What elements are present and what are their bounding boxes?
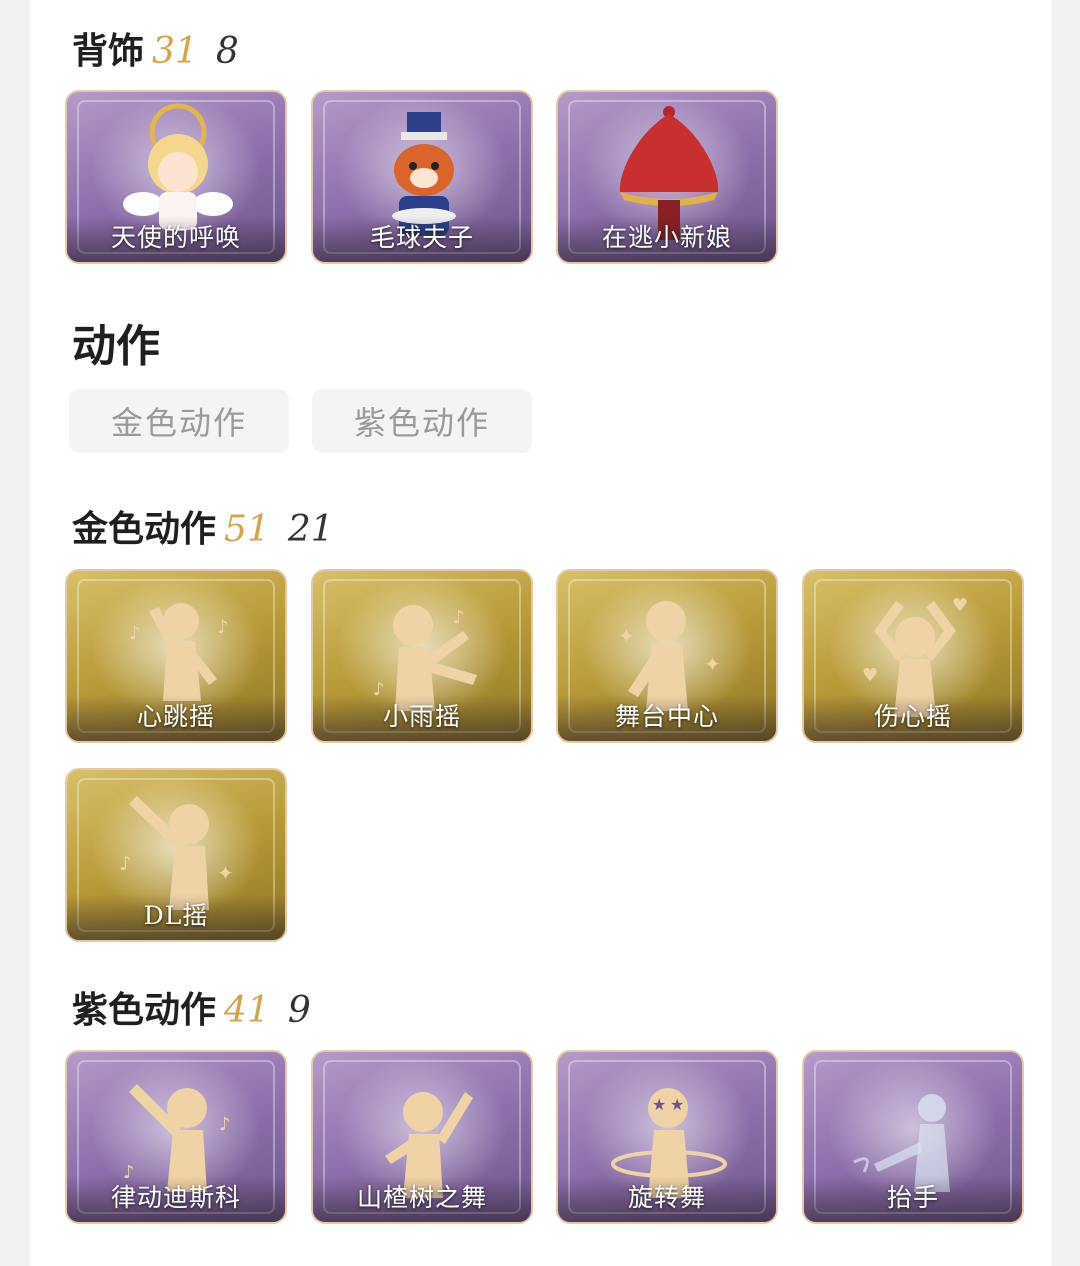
svg-text:★: ★ bbox=[670, 1095, 684, 1114]
svg-text:♪: ♪ bbox=[217, 617, 229, 638]
card-label: 天使的呼唤 bbox=[110, 223, 241, 252]
section-heading-actions: 动作 bbox=[72, 310, 160, 374]
total-count: 21 bbox=[287, 509, 334, 550]
svg-text:✦: ✦ bbox=[618, 624, 635, 648]
gold-action-card[interactable]: ♥ ♥ 伤心摇 bbox=[802, 569, 1024, 743]
gold-action-card[interactable]: ♪ ♪ 小雨摇 bbox=[311, 569, 533, 743]
section-title: 动作 bbox=[72, 321, 160, 372]
card-label: 在逃小新娘 bbox=[601, 223, 732, 252]
svg-text:♪: ♪ bbox=[119, 851, 132, 875]
svg-text:✦: ✦ bbox=[704, 652, 721, 676]
purple-action-card[interactable]: ♪ ♪ 律动迪斯科 bbox=[65, 1050, 287, 1224]
svg-text:★: ★ bbox=[652, 1095, 666, 1114]
section-title: 紫色动作 bbox=[72, 989, 217, 1031]
backpiece-card[interactable]: 毛球夫子 bbox=[311, 90, 533, 264]
purple-action-card[interactable]: 山楂树之舞 bbox=[311, 1050, 533, 1224]
section-heading-backpieces: 背饰 31 8 bbox=[72, 22, 239, 74]
owned-count: 31 bbox=[152, 31, 198, 72]
backpiece-card[interactable]: 在逃小新娘 bbox=[556, 90, 778, 264]
svg-text:♪: ♪ bbox=[219, 1114, 231, 1135]
card-label: DL摇 bbox=[143, 901, 209, 930]
card-label: 旋转舞 bbox=[627, 1183, 706, 1212]
gold-action-card[interactable]: ♪ ✦ DL摇 bbox=[65, 768, 287, 942]
tab-gold-actions[interactable]: 金色动作 bbox=[69, 389, 289, 453]
card-label: 抬手 bbox=[886, 1183, 939, 1212]
card-label: 律动迪斯科 bbox=[110, 1183, 241, 1212]
section-title: 金色动作 bbox=[72, 508, 217, 550]
purple-action-card[interactable]: ★ ★ 旋转舞 bbox=[556, 1050, 778, 1224]
card-label: 小雨摇 bbox=[382, 702, 461, 731]
section-heading-purple-actions: 紫色动作 41 9 bbox=[72, 981, 311, 1033]
card-label: 心跳摇 bbox=[136, 702, 215, 731]
purple-action-card[interactable]: 抬手 bbox=[802, 1050, 1024, 1224]
tab-purple-actions[interactable]: 紫色动作 bbox=[312, 389, 532, 453]
card-label: 毛球夫子 bbox=[369, 223, 474, 252]
backpiece-card[interactable]: 天使的呼唤 bbox=[65, 90, 287, 264]
owned-count: 41 bbox=[224, 990, 270, 1031]
svg-text:✦: ✦ bbox=[217, 861, 234, 885]
section-heading-gold-actions: 金色动作 51 21 bbox=[72, 500, 334, 552]
section-title: 背饰 bbox=[72, 30, 145, 72]
owned-count: 51 bbox=[224, 509, 270, 550]
total-count: 8 bbox=[215, 31, 239, 72]
card-label: 伤心摇 bbox=[873, 702, 952, 731]
gold-action-card[interactable]: ♪ ♪ 心跳摇 bbox=[65, 569, 287, 743]
svg-text:♥: ♥ bbox=[952, 595, 968, 616]
card-label: 舞台中心 bbox=[614, 702, 719, 731]
svg-text:♥: ♥ bbox=[862, 665, 878, 686]
card-label: 山楂树之舞 bbox=[356, 1183, 487, 1212]
gold-action-card[interactable]: ✦ ✦ 舞台中心 bbox=[556, 569, 778, 743]
total-count: 9 bbox=[287, 990, 311, 1031]
svg-text:♪: ♪ bbox=[453, 607, 465, 628]
svg-text:♪: ♪ bbox=[129, 623, 141, 644]
